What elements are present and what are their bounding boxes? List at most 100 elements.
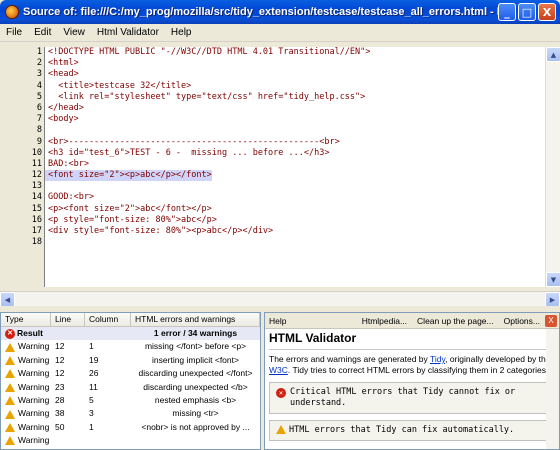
line-text: <div style="font-size: 80%"><p>abc</p></… xyxy=(48,226,274,236)
line-text: <head> xyxy=(48,69,79,80)
window-titlebar[interactable]: Source of: file:///C:/my_prog/mozilla/sr… xyxy=(0,0,560,24)
source-line[interactable]: 14 GOOD:<br> xyxy=(32,192,545,203)
error-row[interactable]: Warning 12 1 missing </font> before <p> xyxy=(1,340,260,353)
line-text: <body> xyxy=(48,114,79,125)
warning-icon xyxy=(5,356,15,366)
error-row[interactable]: Warning 28 5 nested emphasis <b> xyxy=(1,394,260,407)
row-column: 5 xyxy=(89,394,94,405)
line-number: 10 xyxy=(31,147,42,158)
critical-errors-box: ✕ Critical HTML errors that Tidy cannot … xyxy=(269,382,551,414)
scroll-up-icon[interactable]: ▲ xyxy=(546,47,560,62)
help-close-button[interactable]: X xyxy=(545,314,557,327)
scroll-right-icon[interactable]: ▶ xyxy=(545,292,560,307)
htmlpedia-link[interactable]: Htmlpedia... xyxy=(357,316,412,326)
help-scrollbar[interactable] xyxy=(546,329,559,449)
source-line[interactable]: 5 <link rel="stylesheet" type="text/css"… xyxy=(37,92,545,103)
row-column: 3 xyxy=(89,408,94,419)
line-text: <p style="font-size: 80%">abc</p> xyxy=(48,214,217,225)
help-heading: HTML Validator xyxy=(269,332,551,350)
row-message: nested emphasis <b> xyxy=(154,394,237,405)
row-type: Warning xyxy=(18,341,50,352)
source-code[interactable]: 1 <!DOCTYPE HTML PUBLIC "-//W3C//DTD HTML… xyxy=(32,47,545,287)
help-content: HTML Validator The errors and warnings a… xyxy=(265,329,559,441)
source-line[interactable]: 10 <h3 id="test_6">TEST - 6 - missing ...… xyxy=(32,148,545,159)
menu-view[interactable]: View xyxy=(57,27,91,38)
minimize-button[interactable]: _ xyxy=(498,3,516,21)
source-line[interactable]: 15 <p><font size="2">abc</font></p> xyxy=(32,204,545,215)
w3c-link[interactable]: W3C xyxy=(269,365,288,375)
errors-list[interactable]: Type Line Column HTML errors and warning… xyxy=(0,312,261,450)
col-message-header[interactable]: HTML errors and warnings xyxy=(131,313,260,326)
row-column xyxy=(85,434,131,447)
error-icon: ✕ xyxy=(5,328,15,339)
help-title: Help xyxy=(269,315,287,326)
row-column: 26 xyxy=(89,368,99,379)
col-line-header[interactable]: Line xyxy=(51,313,85,326)
row-line: 50 xyxy=(55,421,65,432)
source-line[interactable]: 17 <div style="font-size: 80%"><p>abc</p>… xyxy=(32,226,545,237)
line-number: 18 xyxy=(31,237,42,248)
row-type: Warning xyxy=(18,354,50,365)
maximize-button[interactable]: □ xyxy=(518,3,536,21)
line-number: 14 xyxy=(31,192,42,203)
error-icon: ✕ xyxy=(276,388,286,398)
warning-icon xyxy=(5,342,15,352)
source-line[interactable]: 7 <body> xyxy=(37,114,545,125)
source-line[interactable]: 9 <br>-----------------------------------… xyxy=(37,137,545,148)
source-line[interactable]: 16 <p style="font-size: 80%">abc</p> xyxy=(32,214,545,226)
scroll-down-icon[interactable]: ▼ xyxy=(546,272,560,287)
source-line[interactable]: 1 <!DOCTYPE HTML PUBLIC "-//W3C//DTD HTML… xyxy=(37,47,545,58)
error-row[interactable]: Warning 23 11 discarding unexpected </b> xyxy=(1,381,260,394)
line-text xyxy=(45,125,48,135)
warning-icon xyxy=(276,425,286,434)
error-row[interactable]: Warning xyxy=(1,434,260,447)
source-line[interactable]: 8 xyxy=(37,125,545,136)
source-line[interactable]: 12 <font size="2"><p>abc</p></font> xyxy=(32,170,545,182)
line-number: 15 xyxy=(31,203,42,214)
menu-help[interactable]: Help xyxy=(165,27,198,38)
source-vertical-scrollbar[interactable]: ▲ ▼ xyxy=(545,47,560,287)
source-view[interactable]: 1 <!DOCTYPE HTML PUBLIC "-//W3C//DTD HTML… xyxy=(8,47,545,287)
result-row[interactable]: ✕ Result 1 error / 34 warnings xyxy=(1,327,260,341)
source-line[interactable]: 3 <head> xyxy=(37,69,545,80)
error-row[interactable]: Warning 50 1 <nobr> is not approved by ... xyxy=(1,421,260,434)
cleanup-link[interactable]: Clean up the page... xyxy=(412,316,499,326)
firefox-icon xyxy=(5,5,19,19)
menu-html-validator[interactable]: Html Validator xyxy=(91,27,165,38)
source-line[interactable]: 18 xyxy=(32,237,545,248)
warning-icon xyxy=(5,369,15,379)
source-line[interactable]: 6 </head> xyxy=(37,102,545,114)
source-line[interactable]: 13 xyxy=(32,181,545,192)
row-line: 12 xyxy=(55,341,65,352)
line-text: <font size="2"><p>abc</p></font> xyxy=(45,170,212,182)
menu-edit[interactable]: Edit xyxy=(28,27,57,38)
line-number: 13 xyxy=(31,181,42,192)
row-line: 12 xyxy=(55,354,65,365)
source-line[interactable]: 4 <title>testcase 32</title> xyxy=(37,81,545,92)
warning-icon xyxy=(5,396,15,406)
line-text: BAD:<br> xyxy=(48,158,89,169)
line-number: 12 xyxy=(31,170,42,181)
line-number: 6 xyxy=(36,102,42,113)
options-link[interactable]: Options... xyxy=(499,316,545,326)
error-row[interactable]: Warning 12 26 discarding unexpected </font> xyxy=(1,367,260,380)
source-line[interactable]: 2 <html> xyxy=(37,58,545,69)
warning-icon xyxy=(5,436,15,446)
row-message: <nobr> is not approved by ... xyxy=(141,421,250,432)
tidy-link[interactable]: Tidy xyxy=(430,354,445,364)
source-horizontal-scrollbar[interactable]: ◀ ▶ xyxy=(0,291,560,307)
scroll-left-icon[interactable]: ◀ xyxy=(0,292,15,307)
col-column-header[interactable]: Column xyxy=(85,313,131,326)
col-type-header[interactable]: Type xyxy=(1,313,51,326)
row-message: discarding unexpected </font> xyxy=(138,368,253,379)
menu-file[interactable]: File xyxy=(0,27,28,38)
line-number: 9 xyxy=(36,136,42,147)
row-message xyxy=(131,434,260,447)
line-text: </head> xyxy=(48,102,84,113)
help-intro: The errors and warnings are generated by… xyxy=(269,354,551,375)
warning-icon xyxy=(5,422,15,432)
error-row[interactable]: Warning 38 3 missing <tr> xyxy=(1,407,260,420)
error-row[interactable]: Warning 12 19 inserting implicit <font> xyxy=(1,354,260,367)
close-button[interactable]: X xyxy=(538,3,556,21)
source-line[interactable]: 11 BAD:<br> xyxy=(32,158,545,170)
